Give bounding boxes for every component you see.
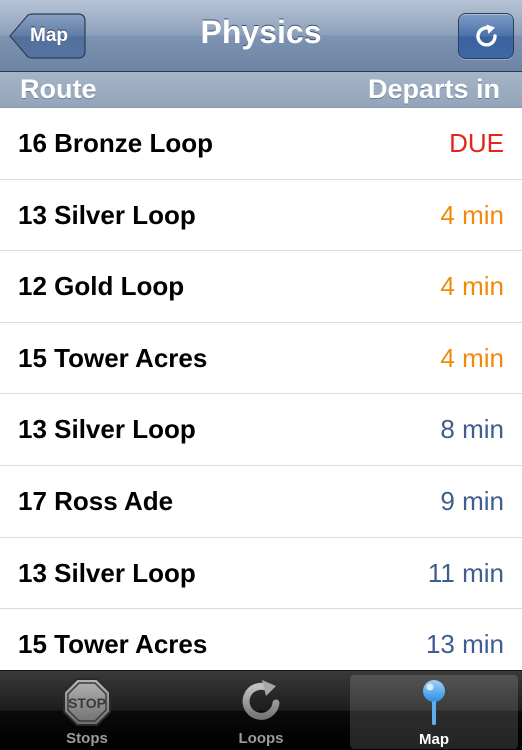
page-title: Physics (200, 14, 322, 50)
column-header-route: Route (20, 74, 97, 104)
stop-sign-icon: STOP (63, 678, 111, 726)
column-header-departs: Departs in (367, 74, 500, 104)
departure-row[interactable]: 15 Tower Acres 13 min (0, 609, 522, 670)
map-pin-icon (423, 680, 445, 725)
tab-loops[interactable]: Loops (174, 671, 348, 750)
departure-time: DUE (449, 128, 504, 158)
refresh-button[interactable] (458, 13, 514, 59)
navigation-bar: Map Physics (0, 0, 522, 72)
tab-label: Map (419, 731, 449, 748)
departure-time: 8 min (440, 414, 504, 445)
departure-time: 4 min (440, 271, 504, 302)
tab-map[interactable]: Map (350, 675, 518, 749)
departure-row[interactable]: 17 Ross Ade 9 min (0, 465, 522, 538)
route-name: 13 Silver Loop (18, 199, 196, 230)
section-header: Route Departs in (0, 72, 522, 108)
departure-time: 13 min (425, 629, 504, 660)
departure-time: 4 min (440, 342, 504, 373)
route-name: 15 Tower Acres (18, 629, 208, 660)
tab-label: Loops (238, 730, 284, 747)
departure-row[interactable]: 15 Tower Acres 4 min (0, 322, 522, 395)
departures-list[interactable]: 16 Bronze Loop DUE 13 Silver Loop 4 min … (0, 108, 522, 670)
tab-stops[interactable]: STOP Stops (0, 671, 174, 750)
route-name: 16 Bronze Loop (18, 128, 214, 158)
tab-bar: STOP Stops Loops Map (0, 670, 522, 750)
departure-time: 4 min (440, 199, 504, 230)
departure-time: 9 min (440, 485, 504, 516)
route-name: 13 Silver Loop (18, 557, 196, 588)
tab-label: Stops (66, 730, 108, 747)
departure-row[interactable]: 13 Silver Loop 4 min (0, 179, 522, 252)
departure-row[interactable]: 16 Bronze Loop DUE (0, 108, 522, 180)
departure-row[interactable]: 13 Silver Loop 11 min (0, 537, 522, 610)
departure-row[interactable]: 12 Gold Loop 4 min (0, 251, 522, 323)
refresh-icon (476, 24, 497, 47)
loop-arrow-icon (242, 680, 280, 720)
route-name: 17 Ross Ade (18, 485, 174, 516)
route-name: 12 Gold Loop (18, 271, 185, 302)
route-name: 13 Silver Loop (18, 414, 196, 445)
departure-row[interactable]: 13 Silver Loop 8 min (0, 394, 522, 466)
svg-text:STOP: STOP (68, 695, 106, 711)
departure-time: 11 min (427, 557, 504, 588)
route-name: 15 Tower Acres (18, 342, 208, 373)
